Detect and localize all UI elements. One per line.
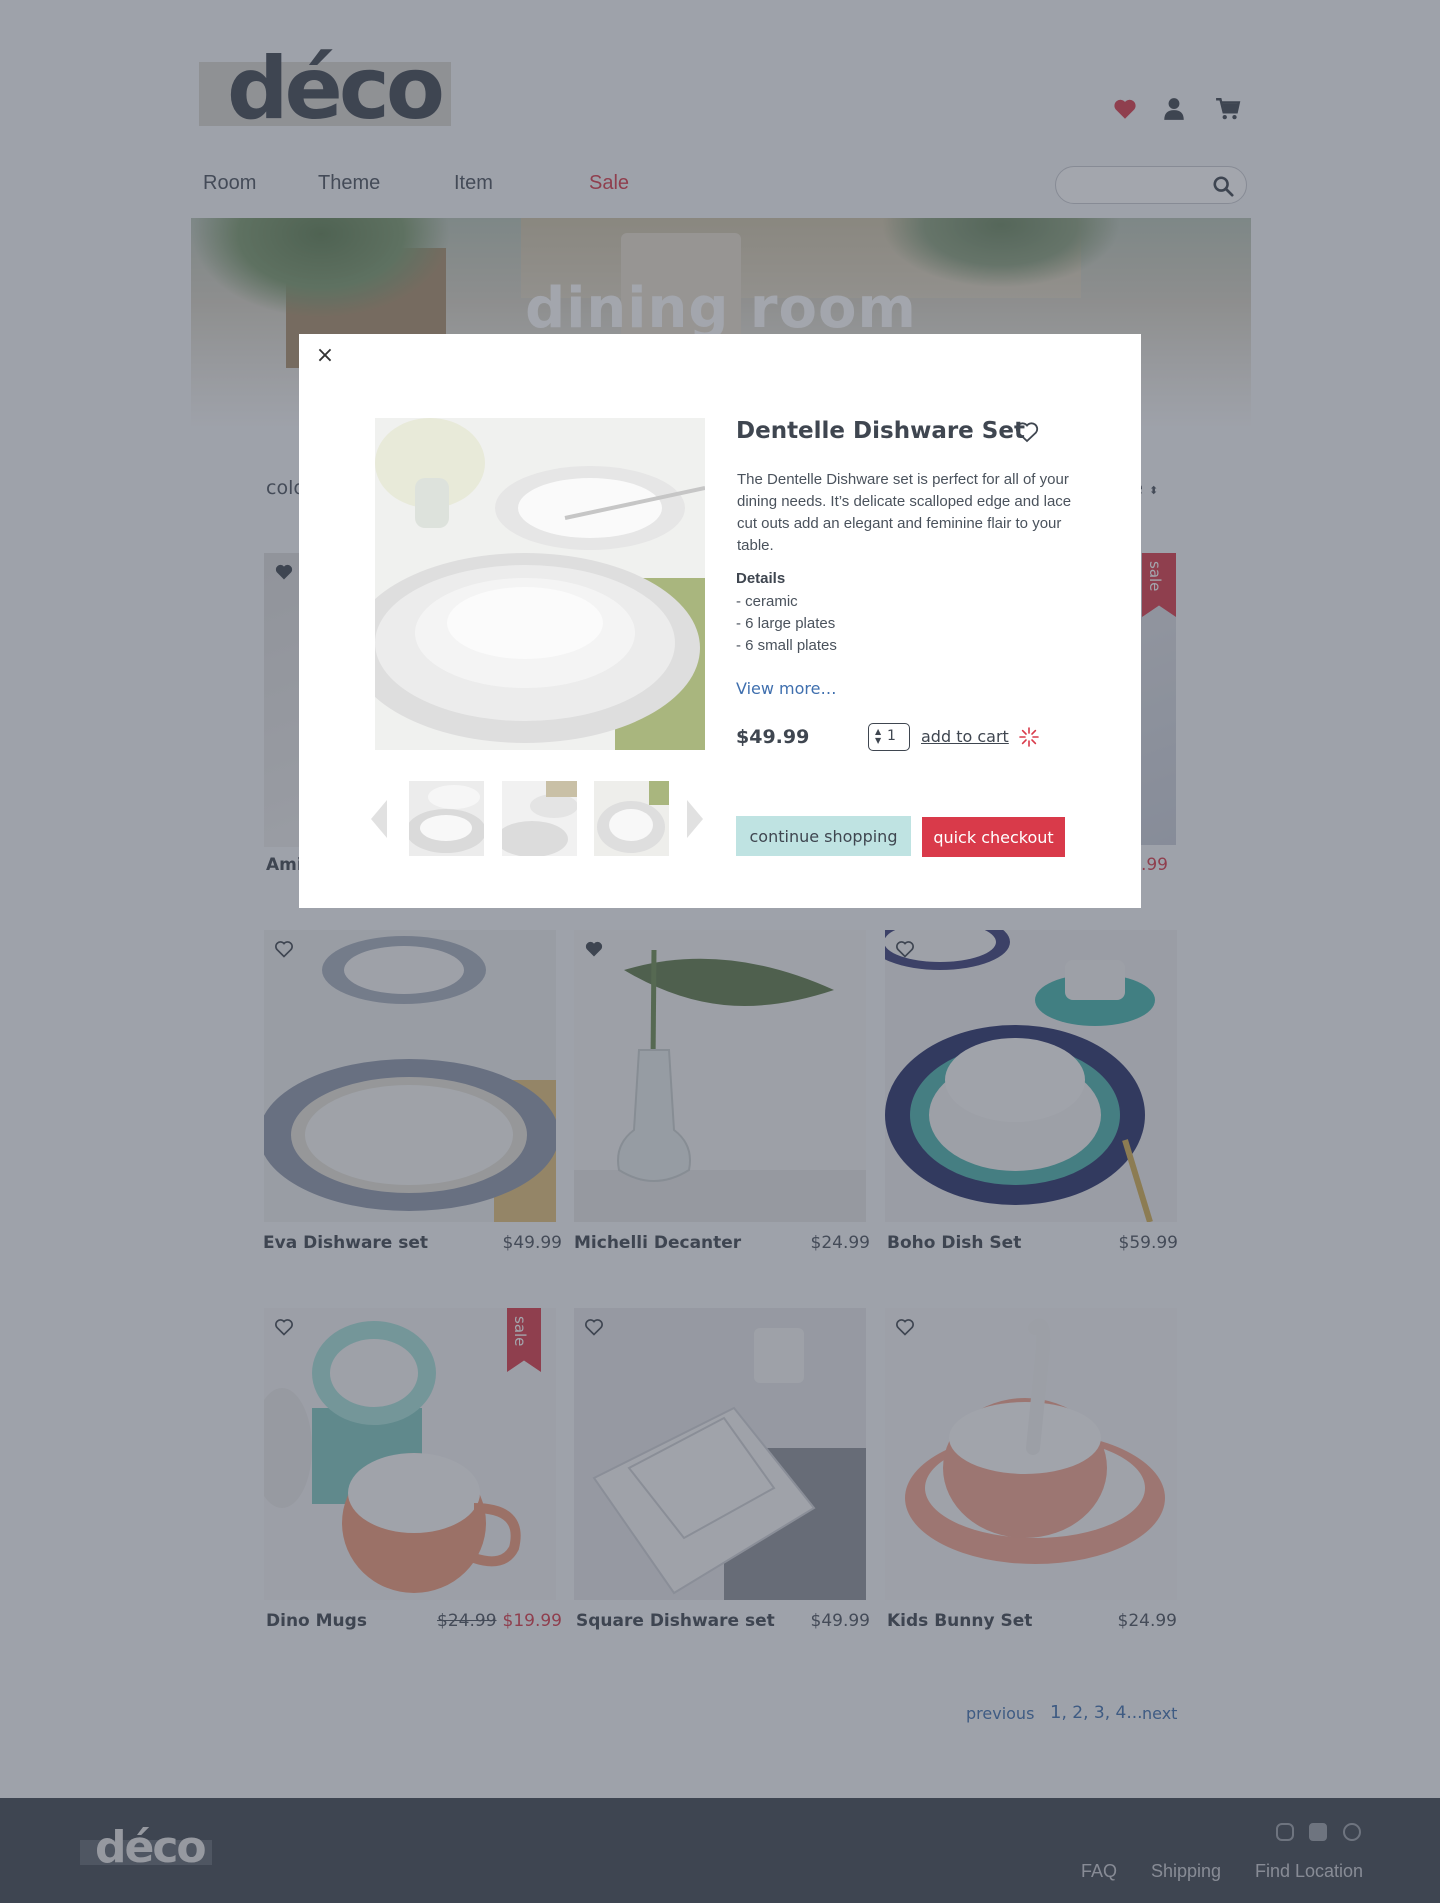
detail-item: - 6 large plates	[736, 615, 836, 632]
quantity-stepper[interactable]: ▲ ▼ 1	[868, 723, 910, 751]
dentelle-plates-illustration	[375, 418, 705, 750]
thumbnail[interactable]	[502, 781, 577, 856]
quick-checkout-button[interactable]: quick checkout	[922, 817, 1065, 857]
stepper-arrows-icon[interactable]: ▲ ▼	[875, 727, 881, 745]
product-description: The Dentelle Dishware set is perfect for…	[737, 471, 1072, 554]
thumbnail-image	[502, 781, 577, 856]
close-icon[interactable]: ×	[313, 344, 337, 368]
detail-item: - ceramic	[736, 593, 798, 610]
quantity-value: 1	[887, 728, 896, 744]
product-title: Dentelle Dishware Set	[736, 418, 1025, 444]
loading-spinner-icon	[1019, 727, 1039, 747]
quick-view-modal: × Dentelle Dishware Set The Dentelle Dis…	[299, 334, 1141, 908]
next-image-arrow[interactable]	[687, 800, 703, 838]
thumbnail[interactable]	[409, 781, 484, 856]
details-heading: Details	[736, 570, 786, 587]
thumbnail-image	[594, 781, 669, 856]
thumbnail[interactable]	[594, 781, 669, 856]
add-to-cart-link[interactable]: add to cart	[921, 727, 1009, 746]
favorite-icon[interactable]	[1015, 421, 1039, 443]
product-main-image	[375, 418, 705, 750]
view-more-link[interactable]: View more…	[736, 679, 837, 698]
product-price: $49.99	[736, 726, 810, 748]
previous-image-arrow[interactable]	[371, 800, 387, 838]
thumbnail-image	[409, 781, 484, 856]
modal-backdrop[interactable]	[0, 0, 1440, 1903]
continue-shopping-button[interactable]: continue shopping	[736, 816, 911, 856]
detail-item: - 6 small plates	[736, 637, 837, 654]
